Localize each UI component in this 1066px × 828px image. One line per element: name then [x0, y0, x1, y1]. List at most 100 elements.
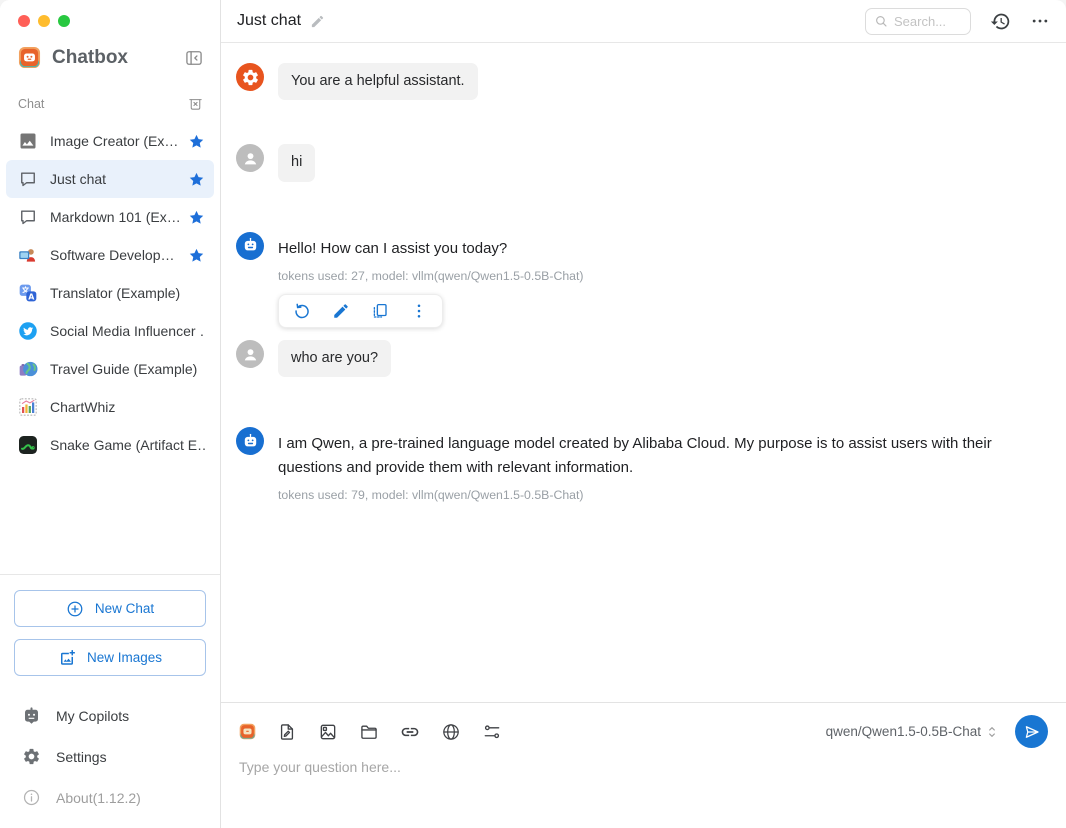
sidebar-item-my-copilots[interactable]: My Copilots [0, 695, 220, 736]
star-icon[interactable] [188, 171, 205, 188]
minimize-window-button[interactable] [38, 15, 50, 27]
chat-bubble-icon [18, 169, 38, 189]
send-button[interactable] [1015, 715, 1048, 748]
edit-title-icon[interactable] [310, 14, 325, 29]
header-actions [865, 8, 1050, 35]
snake-game-icon [18, 435, 38, 455]
zoom-window-button[interactable] [58, 15, 70, 27]
conversation-item-label: ChartWhiz [50, 399, 205, 415]
more-options-icon[interactable] [1030, 11, 1050, 31]
search-input[interactable] [894, 14, 962, 29]
star-icon[interactable] [188, 209, 205, 226]
sidebar-footer-label: Settings [56, 749, 107, 765]
message-bubble: hi [278, 144, 315, 181]
chatbox-app-icon[interactable] [239, 723, 256, 740]
clear-conversations-icon[interactable] [187, 95, 204, 112]
star-icon[interactable] [188, 247, 205, 264]
conversation-item[interactable]: Software Develop… [6, 236, 214, 274]
chat-bubble-icon [18, 207, 38, 227]
conversation-item[interactable]: Markdown 101 (Ex… [6, 198, 214, 236]
chat-section-label: Chat [18, 97, 187, 111]
sidebar-footer-label: My Copilots [56, 708, 129, 724]
developer-emoji-icon [18, 245, 38, 265]
conversation-item[interactable]: Travel Guide (Example) [6, 350, 214, 388]
translator-emoji-icon: A [18, 283, 38, 303]
sidebar-divider [0, 574, 220, 575]
main-panel: Just chat You are a helpful assistant.hi… [221, 0, 1066, 828]
history-icon[interactable] [990, 11, 1011, 32]
gear-avatar-icon [236, 63, 264, 91]
conversation-item[interactable]: Snake Game (Artifact E… [6, 426, 214, 464]
message-content: Hello! How can I assist you today? tokens… [278, 232, 584, 328]
new-images-label: New Images [87, 650, 162, 665]
message-list: You are a helpful assistant. hi Hello! How… [221, 43, 1066, 702]
new-images-icon [58, 649, 76, 667]
attach-image-icon[interactable] [318, 722, 338, 742]
token-usage-label: tokens used: 27, model: vllm(qwen/Qwen1.… [278, 269, 584, 283]
token-usage-label: tokens used: 79, model: vllm(qwen/Qwen1.… [278, 488, 1034, 502]
image-icon [18, 131, 38, 151]
conversation-item-label: Image Creator (Ex… [50, 133, 188, 149]
conversation-list: Image Creator (Ex… Just chat Markdown 101 … [0, 122, 220, 464]
window-controls [0, 0, 220, 27]
app-title: Chatbox [52, 47, 184, 69]
link-icon[interactable] [400, 722, 420, 742]
message-user: hi [236, 144, 1050, 181]
message-text: I am Qwen, a pre-trained language model … [278, 427, 1034, 479]
collapse-sidebar-icon[interactable] [184, 48, 204, 68]
plus-circle-icon [66, 600, 84, 618]
sidebar-item-settings[interactable]: Settings [0, 736, 220, 777]
robot-icon [22, 706, 41, 725]
chatbox-window: Chatbox Chat Image Creator (Ex… Just chat… [0, 0, 1066, 828]
person-avatar-icon [236, 340, 264, 368]
message-more-button[interactable] [410, 302, 428, 320]
message-content: I am Qwen, a pre-trained language model … [278, 427, 1034, 502]
composer: qwen/Qwen1.5-0.5B-Chat [221, 702, 1066, 828]
regenerate-button[interactable] [293, 302, 311, 320]
conversation-item[interactable]: A Translator (Example) [6, 274, 214, 312]
model-selector[interactable]: qwen/Qwen1.5-0.5B-Chat [826, 724, 1000, 740]
conversation-item[interactable]: Image Creator (Ex… [6, 122, 214, 160]
chatbox-logo-icon [18, 46, 41, 69]
conversation-item-label: Markdown 101 (Ex… [50, 209, 188, 225]
new-chat-label: New Chat [95, 601, 154, 616]
folder-icon[interactable] [359, 722, 379, 742]
message-input[interactable] [239, 759, 1048, 775]
message-assistant: I am Qwen, a pre-trained language model … [236, 427, 1050, 502]
conversation-item[interactable]: Social Media Influencer … [6, 312, 214, 350]
web-browsing-icon[interactable] [441, 722, 461, 742]
sidebar-item-about-1-12-2[interactable]: About(1.12.2) [0, 777, 220, 818]
conversation-item[interactable]: ChartWhiz [6, 388, 214, 426]
message-bubble: You are a helpful assistant. [278, 63, 478, 100]
conversation-item-label: Translator (Example) [50, 285, 205, 301]
robot-avatar-icon [236, 427, 264, 455]
close-window-button[interactable] [18, 15, 30, 27]
sidebar-footer: My Copilots Settings About(1.12.2) [0, 688, 220, 828]
sidebar-footer-label: About(1.12.2) [56, 790, 141, 806]
message-text: Hello! How can I assist you today? [278, 232, 584, 260]
sidebar: Chatbox Chat Image Creator (Ex… Just chat… [0, 0, 221, 828]
tune-icon[interactable] [482, 722, 502, 742]
conversation-item-label: Travel Guide (Example) [50, 361, 205, 377]
copy-message-button[interactable] [371, 302, 389, 320]
sidebar-spacer [0, 464, 220, 574]
message-action-toolbar [278, 294, 443, 328]
person-avatar-icon [236, 144, 264, 172]
edit-message-button[interactable] [332, 302, 350, 320]
unfold-more-icon [984, 724, 1000, 740]
brand-row: Chatbox [0, 27, 220, 69]
new-images-button[interactable]: New Images [14, 639, 206, 676]
new-chat-button[interactable]: New Chat [14, 590, 206, 627]
gear-icon [22, 747, 41, 766]
message-assistant: Hello! How can I assist you today? tokens… [236, 232, 1050, 328]
message-user: who are you? [236, 340, 1050, 377]
conversation-item[interactable]: Just chat [6, 160, 214, 198]
message-system: You are a helpful assistant. [236, 63, 1050, 100]
search-box [865, 8, 971, 35]
attach-file-icon[interactable] [277, 722, 297, 742]
star-icon[interactable] [188, 133, 205, 150]
travel-guide-emoji-icon [18, 359, 38, 379]
composer-toolbar [239, 722, 826, 742]
send-icon [1023, 723, 1041, 741]
chat-section-header: Chat [0, 69, 220, 112]
